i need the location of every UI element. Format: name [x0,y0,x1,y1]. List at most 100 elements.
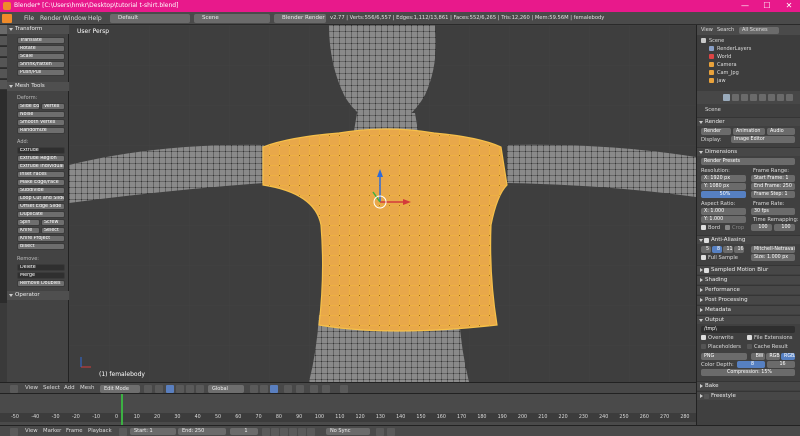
editor-type-timeline-icon[interactable] [10,427,18,436]
material-context-icon[interactable] [777,94,784,101]
performance-panel-header[interactable]: Performance [697,285,800,294]
aspect-x-field[interactable]: X: 1.000 [701,208,746,215]
motion-blur-panel-header[interactable]: Sampled Motion Blur [697,265,800,274]
screw-button[interactable]: Screw [41,219,65,226]
checkbox-icon[interactable] [704,268,709,273]
menu-add[interactable]: Add [64,383,75,394]
full-sample-checkbox[interactable]: Full Sample [701,255,738,261]
color-depth-16[interactable]: 16 [767,361,795,368]
vertex-select-mode-icon[interactable] [250,385,258,393]
knife-select-button[interactable]: Select [41,227,65,234]
placeholders-checkbox[interactable]: Placeholders [701,344,741,350]
timeline[interactable]: -50 -40 -30 -20 -10 0 10 20 30 40 50 60 70 80 90 100 110… [0,394,696,425]
world-context-icon[interactable] [750,94,757,101]
mesh-tools-panel-header[interactable]: Mesh Tools [7,82,69,91]
edge-select-mode-icon[interactable] [260,385,268,393]
render-panel-header[interactable]: Render [697,117,800,126]
close-button[interactable]: ✕ [778,0,800,12]
editor-type-3d-icon[interactable] [10,385,18,393]
overwrite-checkbox[interactable]: Overwrite [701,335,734,341]
play-reverse-icon[interactable] [280,427,288,436]
render-presets-select[interactable]: Render Presets [701,158,795,165]
outliner-view-menu[interactable]: View [701,25,713,35]
screen-layout-select[interactable]: Default [110,14,190,23]
shading-panel-header[interactable]: Shading [697,275,800,284]
translate-manipulator-icon[interactable] [176,385,184,393]
cache-result-checkbox[interactable]: Cache Result [747,344,788,350]
post-processing-panel-header[interactable]: Post Processing [697,295,800,304]
outliner-row-renderlayers[interactable]: RenderLayers [697,45,800,53]
end-frame-field[interactable]: End: 250 [178,428,226,435]
record-keyframe-icon[interactable] [376,427,384,436]
crop-checkbox[interactable]: Crop [725,225,744,231]
render-layers-context-icon[interactable] [732,94,739,101]
render-button[interactable]: Render [701,128,731,135]
offset-edge-slide-button[interactable]: Offset Edge Slide [17,203,65,210]
jump-keyframe-back-icon[interactable] [271,427,279,436]
timeline-playhead[interactable] [121,394,123,427]
3d-viewport[interactable]: User Persp (1) femalebody [69,25,696,382]
slide-edge-button[interactable]: Slide Ed [17,103,40,110]
keying-set-icon[interactable] [387,427,395,436]
resolution-x-field[interactable]: X: 1920 px [701,175,746,182]
proportional-editing-icon[interactable] [296,385,304,393]
tab-animation[interactable] [0,58,7,68]
modifiers-context-icon[interactable] [768,94,775,101]
color-depth-8[interactable]: 8 [737,361,765,368]
resolution-y-field[interactable]: Y: 1080 px [701,183,746,190]
spin-button[interactable]: Spin [17,219,40,226]
resolution-percent-slider[interactable]: 50% [701,191,746,198]
jump-keyframe-forward-icon[interactable] [298,427,306,436]
extrude-button[interactable]: Extrude [17,147,65,154]
maximize-button[interactable]: ☐ [756,0,778,12]
scale-manipulator-icon[interactable] [196,385,204,393]
animation-button[interactable]: Animation [733,128,765,135]
menu-file[interactable]: File [24,12,34,25]
menu-playback[interactable]: Playback [88,426,112,436]
extrude-individual-button[interactable]: Extrude Individual [17,163,65,170]
bake-panel-header[interactable]: Bake [697,381,800,390]
color-mode-bw[interactable]: BW [751,353,765,360]
smooth-vertex-button[interactable]: Smooth Vertex [17,119,65,126]
output-path-field[interactable]: /tmp\ [701,326,795,333]
mode-select[interactable]: Edit Mode [100,385,140,393]
dimensions-panel-header[interactable]: Dimensions [697,147,800,156]
outliner-row-scene[interactable]: Scene [697,37,800,45]
output-panel-header[interactable]: Output [697,315,800,324]
frame-rate-select[interactable]: 30 fps [751,208,795,215]
tab-relations[interactable] [0,47,7,57]
metadata-panel-header[interactable]: Metadata [697,305,800,314]
render-context-icon[interactable] [723,94,730,101]
aa-samples-8[interactable]: 8 [712,246,722,253]
transform-panel-header[interactable]: Transform [7,25,69,34]
remove-doubles-button[interactable]: Remove Doubles [17,280,65,287]
menu-render[interactable]: Render [40,12,61,25]
freestyle-panel-header[interactable]: Freestyle [697,391,800,400]
rotate-manipulator-icon[interactable] [186,385,194,393]
sync-mode-select[interactable]: No Sync [326,428,370,435]
remap-old-field[interactable]: 100 [751,224,772,231]
manipulator-toggle-icon[interactable] [166,385,174,393]
subdivide-button[interactable]: Subdivide [17,187,65,194]
minimize-button[interactable]: — [734,0,756,12]
transform-orientation-select[interactable]: Global [208,385,244,393]
menu-marker[interactable]: Marker [43,426,61,436]
pivot-point-icon[interactable] [155,385,163,393]
tab-physics[interactable] [0,69,7,79]
rotate-button[interactable]: Rotate [17,45,65,52]
noise-button[interactable]: Noise [17,111,65,118]
duplicate-button[interactable]: Duplicate [17,211,65,218]
opengl-render-icon[interactable] [340,385,348,393]
operator-panel-header[interactable]: Operator [7,291,69,300]
snap-element-icon[interactable] [322,385,330,393]
menu-select[interactable]: Select [43,383,60,394]
aa-samples-16[interactable]: 16 [734,246,744,253]
outliner-row-world[interactable]: World [697,53,800,61]
knife-button[interactable]: Knife [17,227,40,234]
viewport-shading-icon[interactable] [144,385,152,393]
object-context-icon[interactable] [759,94,766,101]
translate-button[interactable]: Translate [17,37,65,44]
end-frame-field[interactable]: End Frame: 250 [751,183,795,190]
extrude-region-button[interactable]: Extrude Region [17,155,65,162]
delete-menu[interactable]: Delete [17,264,65,271]
